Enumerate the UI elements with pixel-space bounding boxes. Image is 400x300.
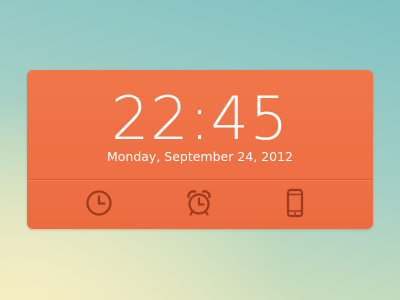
current-time: 22:45 [111,84,289,154]
alarm-tab-button[interactable] [184,188,214,218]
current-date: Monday, September 24, 2012 [106,149,294,164]
divider [27,179,373,180]
alarm-clock-icon [187,190,211,216]
clock-widget: 22:45 Monday, September 24, 2012 [27,70,373,229]
clock-tab-button[interactable] [84,188,114,218]
phone-icon [286,188,304,218]
phone-tab-button[interactable] [280,188,310,218]
clock-icon [86,190,112,216]
